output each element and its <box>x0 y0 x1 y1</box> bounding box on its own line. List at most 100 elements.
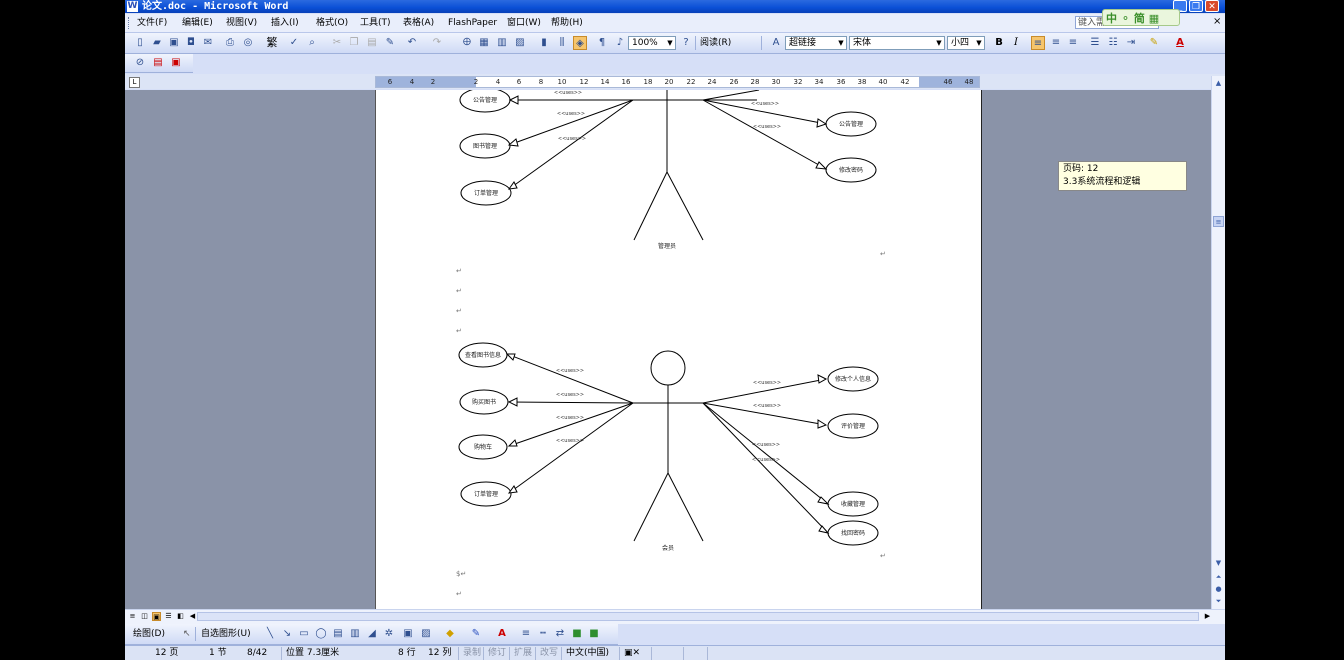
undo-icon[interactable]: ↶ <box>405 36 419 50</box>
wordart-icon[interactable]: ◢ <box>365 627 379 641</box>
stop-icon[interactable]: ⊘ <box>133 56 147 70</box>
indent-icon[interactable]: ⇥ <box>1124 36 1138 50</box>
font-select[interactable]: 宋体 ▼ <box>849 36 945 50</box>
font-size-select[interactable]: 小四 ▼ <box>947 36 985 50</box>
menu-view[interactable]: 视图(V) <box>224 16 259 30</box>
menubar-grip[interactable] <box>128 17 131 29</box>
scroll-down-icon[interactable]: ▼ <box>1213 558 1224 569</box>
style-select[interactable]: 超链接 ▼ <box>785 36 847 50</box>
menu-file[interactable]: 文件(F) <box>135 16 169 30</box>
copy-icon[interactable]: ❐ <box>347 36 361 50</box>
menu-table[interactable]: 表格(A) <box>401 16 436 30</box>
document-page[interactable]: <<uses>> <<uses>> <<uses>> <<uses>> <<us… <box>375 87 982 609</box>
email-icon[interactable]: ✉ <box>201 36 215 50</box>
print-icon[interactable]: ⎙ <box>223 36 237 50</box>
insert-table-icon[interactable]: ▥ <box>495 36 509 50</box>
bullets-icon[interactable]: ☷ <box>1106 36 1120 50</box>
menu-flashpaper[interactable]: FlashPaper <box>446 16 499 30</box>
new-doc-icon[interactable]: ▯ <box>133 36 147 50</box>
word-app-icon[interactable]: W <box>127 1 138 12</box>
outline-view-icon[interactable]: ☰ <box>164 612 173 621</box>
previous-page-icon[interactable]: ⏶ <box>1213 572 1224 583</box>
arrow-style-icon[interactable]: ⇄ <box>553 627 567 641</box>
diagram-icon[interactable]: ✲ <box>382 627 396 641</box>
redo-icon[interactable]: ↷ <box>430 36 444 50</box>
traditional-chinese-button[interactable]: 繁 <box>265 36 279 50</box>
drawing-icon[interactable]: ⫼ <box>555 36 569 50</box>
scroll-thumb[interactable]: ≡ <box>1213 216 1224 227</box>
research-icon[interactable]: ⌕ <box>305 36 319 50</box>
status-trk[interactable]: 修订 <box>483 647 509 660</box>
close-button[interactable]: ✕ <box>1205 0 1219 12</box>
cut-icon[interactable]: ✂ <box>330 36 344 50</box>
pdf-settings-icon[interactable]: ▣ <box>169 56 183 70</box>
open-icon[interactable]: ▰ <box>150 36 164 50</box>
hyperlink-icon[interactable]: 🜨 <box>460 36 474 50</box>
autoshapes-button[interactable]: 自选图形(U) <box>201 627 251 641</box>
scroll-left-icon[interactable]: ◀ <box>188 612 197 621</box>
menu-tools[interactable]: 工具(T) <box>358 16 393 30</box>
ime-status-bar[interactable]: 中 ⚬ 简 ▦ <box>1102 9 1180 26</box>
select-browse-object-icon[interactable]: ● <box>1213 584 1224 595</box>
horizontal-ruler[interactable]: 6 4 2 2 4 6 8 10 12 14 16 18 20 22 24 26 28 30 32 34 36 38 40 4… <box>375 76 980 88</box>
tables-borders-icon[interactable]: ▦ <box>477 36 491 50</box>
picture-icon[interactable]: ▨ <box>419 627 433 641</box>
convert-pdf-icon[interactable]: ▤ <box>151 56 165 70</box>
menu-insert[interactable]: 插入(I) <box>269 16 301 30</box>
italic-button[interactable]: I <box>1009 36 1023 50</box>
menu-edit[interactable]: 编辑(E) <box>180 16 215 30</box>
fill-color-icon[interactable]: ◆ <box>443 627 457 641</box>
line-icon[interactable]: ╲ <box>263 627 277 641</box>
help-icon[interactable]: ? <box>679 36 693 50</box>
spelling-status-icon[interactable]: ▣✕ <box>619 647 651 660</box>
line-style-icon[interactable]: ≡ <box>519 627 533 641</box>
document-close-icon[interactable]: × <box>1213 16 1221 27</box>
document-map-icon[interactable]: ◈ <box>573 36 587 50</box>
permission-icon[interactable]: ◘ <box>184 36 198 50</box>
restore-button[interactable]: ❐ <box>1189 0 1203 12</box>
status-ovr[interactable]: 改写 <box>535 647 561 660</box>
3d-icon[interactable]: ■ <box>587 627 601 641</box>
save-icon[interactable]: ▣ <box>167 36 181 50</box>
oval-icon[interactable]: ◯ <box>314 627 328 641</box>
read-mode-button[interactable]: 阅读(R) <box>700 36 731 50</box>
reading-view-icon[interactable]: ◧ <box>176 612 185 621</box>
arrow-icon[interactable]: ↘ <box>280 627 294 641</box>
menu-format[interactable]: 格式(O) <box>314 16 350 30</box>
numbering-icon[interactable]: ☰ <box>1088 36 1102 50</box>
status-ext[interactable]: 扩展 <box>509 647 535 660</box>
shadow-icon[interactable]: ■ <box>570 627 584 641</box>
format-painter-icon[interactable]: ✎ <box>383 36 397 50</box>
print-preview-icon[interactable]: ◎ <box>241 36 255 50</box>
insert-excel-icon[interactable]: ▨ <box>513 36 527 50</box>
line-color-icon[interactable]: ✎ <box>469 627 483 641</box>
font-color-icon[interactable]: A <box>1173 36 1187 50</box>
normal-view-icon[interactable]: ≡ <box>128 612 137 621</box>
draw-font-color-icon[interactable]: A <box>495 627 509 641</box>
zoom-select[interactable]: 100% ▼ <box>628 36 676 50</box>
dash-style-icon[interactable]: ┅ <box>536 627 550 641</box>
bold-button[interactable]: B <box>992 36 1006 50</box>
tab-selector-icon[interactable]: L <box>129 77 140 88</box>
scroll-right-icon[interactable]: ▶ <box>1203 612 1212 621</box>
highlight-icon[interactable]: ✎ <box>1147 36 1161 50</box>
spelling-icon[interactable]: ✓ <box>287 36 301 50</box>
print-layout-view-icon[interactable]: ▣ <box>152 612 161 621</box>
horizontal-scroll-track[interactable] <box>197 612 1199 621</box>
select-objects-icon[interactable]: ↖ <box>183 627 191 641</box>
columns-icon[interactable]: ▮ <box>537 36 551 50</box>
menu-help[interactable]: 帮助(H) <box>549 16 585 30</box>
next-page-icon[interactable]: ⏷ <box>1213 596 1224 607</box>
textbox-icon[interactable]: ▤ <box>331 627 345 641</box>
align-center-icon[interactable]: ≡ <box>1049 36 1063 50</box>
menu-window[interactable]: 窗口(W) <box>505 16 543 30</box>
status-language[interactable]: 中文(中国) <box>561 647 619 660</box>
rectangle-icon[interactable]: ▭ <box>297 627 311 641</box>
pilcrow-icon[interactable]: ♪ <box>613 36 627 50</box>
clipart-icon[interactable]: ▣ <box>401 627 415 641</box>
align-justify-icon[interactable]: ≡ <box>1031 36 1045 50</box>
vertical-textbox-icon[interactable]: ▥ <box>348 627 362 641</box>
styles-icon[interactable]: A <box>769 36 783 50</box>
vertical-scrollbar[interactable]: ▲ ≡ ▼ ⏶ ● ⏷ <box>1211 76 1225 609</box>
status-rec[interactable]: 录制 <box>458 647 484 660</box>
